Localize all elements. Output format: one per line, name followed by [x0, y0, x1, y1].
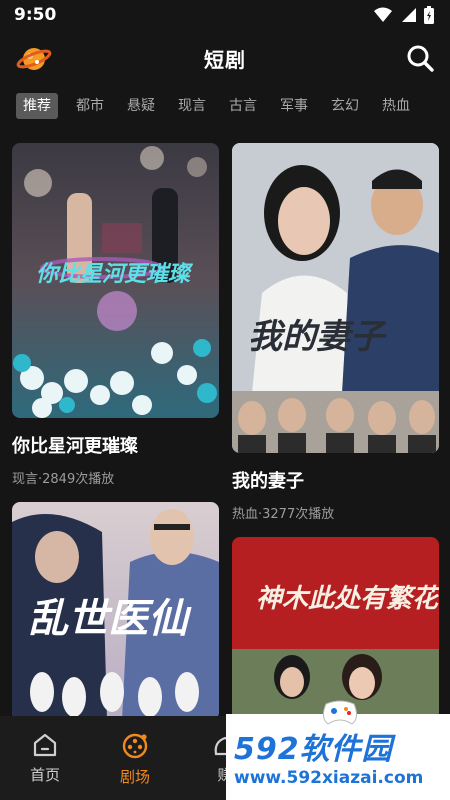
drama-card[interactable]: 神木此处有繁花	[232, 537, 439, 720]
tab-ancient-romance[interactable]: 古言	[229, 93, 257, 119]
drama-poster[interactable]: 乱世医仙	[12, 502, 219, 720]
drama-meta: 现言·2849次播放	[12, 472, 115, 487]
watermark: 592软件园 www.592xiazai.com	[226, 700, 450, 800]
status-bar: 9:50	[0, 0, 450, 30]
tab-military[interactable]: 军事	[280, 93, 308, 119]
status-time: 9:50	[14, 5, 57, 25]
poster-title-text: 我的妻子	[248, 317, 387, 357]
tab-hot-blood[interactable]: 热血	[382, 93, 410, 119]
poster-title-text: 神木此处有繁花	[256, 584, 439, 614]
nav-label: 剧场	[119, 768, 150, 786]
tab-urban[interactable]: 都市	[76, 93, 104, 119]
drama-meta: 热血·3277次播放	[232, 507, 335, 522]
wifi-icon	[374, 7, 392, 22]
watermark-brand: 592软件园	[234, 732, 393, 767]
drama-card[interactable]: 我的妻子 我的妻子 热血·3277次播放	[232, 143, 439, 522]
signal-icon	[402, 8, 416, 22]
tab-suspense[interactable]: 悬疑	[127, 93, 155, 119]
tab-fantasy[interactable]: 玄幻	[331, 93, 359, 119]
drama-poster[interactable]: 神木此处有繁花	[232, 537, 439, 720]
drama-title[interactable]: 你比星河更璀璨	[12, 432, 219, 458]
app-header: 短剧	[0, 36, 450, 80]
drama-card[interactable]: 你比星河更璀璨 你比星河更璀璨 现言·2849次播放	[12, 143, 219, 487]
category-tabs: 推荐 都市 悬疑 现言 古言 军事 玄幻 热血	[0, 92, 450, 120]
planet-logo-icon[interactable]	[16, 42, 52, 74]
nav-label: 首页	[29, 766, 60, 784]
tab-modern-romance[interactable]: 现言	[178, 93, 206, 119]
system-icons	[374, 6, 434, 24]
poster-title-text: 乱世医仙	[28, 595, 192, 642]
nav-theater[interactable]: 剧场	[90, 716, 180, 800]
gamepad-logo-icon	[322, 700, 358, 725]
theater-icon	[122, 733, 148, 759]
tab-recommend[interactable]: 推荐	[16, 93, 58, 119]
watermark-url: www.592xiazai.com	[234, 768, 424, 788]
page-title: 短剧	[204, 47, 246, 72]
home-icon	[33, 733, 57, 757]
drama-card[interactable]: 乱世医仙	[12, 502, 219, 720]
drama-poster[interactable]: 你比星河更璀璨	[12, 143, 219, 418]
drama-poster[interactable]: 我的妻子	[232, 143, 439, 453]
nav-home[interactable]: 首页	[0, 716, 90, 800]
drama-title[interactable]: 我的妻子	[232, 467, 439, 493]
search-icon[interactable]	[406, 44, 434, 72]
battery-icon	[424, 6, 434, 24]
poster-title-text: 你比星河更璀璨	[36, 262, 194, 287]
